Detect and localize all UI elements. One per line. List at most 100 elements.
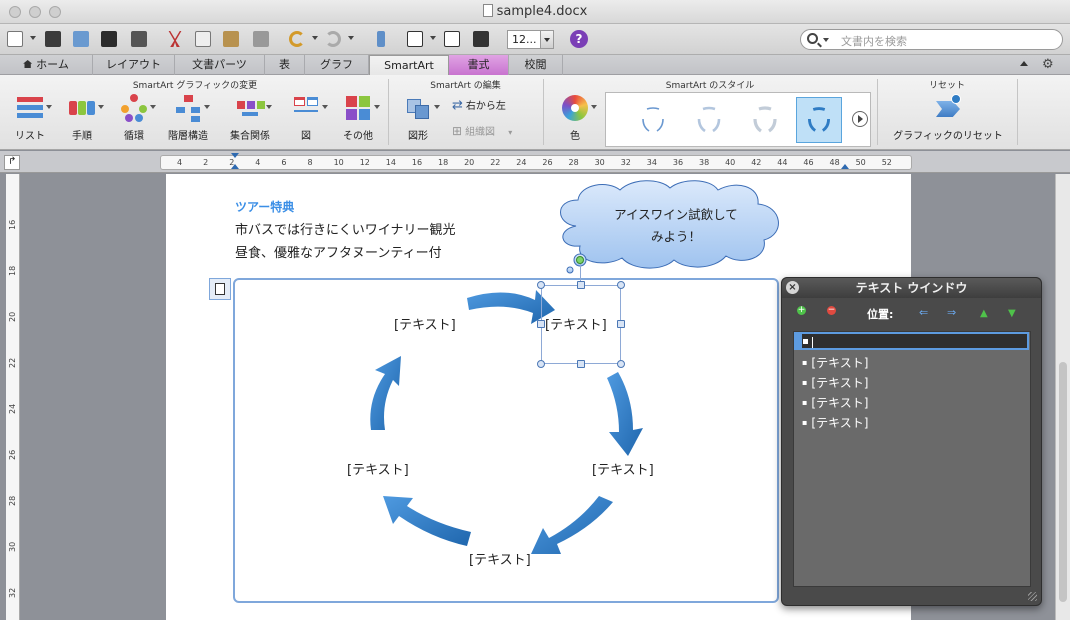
view-button[interactable] xyxy=(404,28,426,50)
format-painter-button[interactable] xyxy=(250,28,272,50)
vertical-ruler[interactable]: 16 18 20 22 24 26 28 30 32 xyxy=(6,174,20,620)
tab-selector[interactable]: ↱ xyxy=(4,155,20,170)
style-option-3[interactable] xyxy=(742,97,788,143)
vertical-ruler-tick-label: 28 xyxy=(8,495,17,506)
tab-format[interactable]: 書式 xyxy=(449,55,509,75)
add-bullet-button[interactable]: + xyxy=(797,306,817,320)
style-option-1[interactable] xyxy=(630,97,676,143)
layout-cycle-button[interactable]: 循環 xyxy=(112,93,156,142)
search-field[interactable]: 文書内を検索 xyxy=(800,29,1063,50)
collapse-ribbon-icon[interactable] xyxy=(1020,61,1028,66)
media-browser-button[interactable] xyxy=(470,28,492,50)
undo-dropdown-icon[interactable] xyxy=(312,36,318,40)
right-to-left-button[interactable]: ⇄ 右から左 xyxy=(452,97,506,113)
style-gallery-next-button[interactable] xyxy=(852,111,868,127)
smartart-node-label-left[interactable]: [テキスト] xyxy=(347,459,409,478)
save-icon xyxy=(101,31,117,47)
move-down-button[interactable]: ▼ xyxy=(1008,306,1028,320)
promote-button[interactable]: ⇐ xyxy=(919,306,939,320)
resize-handle[interactable] xyxy=(537,281,545,289)
tab-charts[interactable]: グラフ xyxy=(305,55,369,75)
resize-handle[interactable] xyxy=(537,360,545,368)
ruler-tick-label: 18 xyxy=(438,158,449,167)
search-icon xyxy=(807,33,818,44)
style-option-2[interactable] xyxy=(686,97,732,143)
demote-button[interactable]: ⇒ xyxy=(947,306,967,320)
reset-graphic-button[interactable]: グラフィックのリセット xyxy=(886,93,1010,142)
resize-handle[interactable] xyxy=(537,320,545,328)
sidebar-button[interactable] xyxy=(441,28,463,50)
right-indent-marker[interactable] xyxy=(841,164,849,169)
resize-handle[interactable] xyxy=(617,320,625,328)
color-button[interactable]: 色 xyxy=(553,93,597,142)
layout-other-button[interactable]: その他 xyxy=(336,93,380,142)
tab-smartart[interactable]: SmartArt xyxy=(369,55,449,75)
vertical-scrollbar[interactable] xyxy=(1055,174,1070,620)
new-dropdown-icon[interactable] xyxy=(30,36,36,40)
layout-hierarchy-button[interactable]: 階層構造 xyxy=(164,93,212,142)
break-icon xyxy=(377,31,385,47)
horizontal-ruler[interactable]: 4 2 2 4 6 8 10 12 14 16 18 20 22 24 26 28 30 32 34 36 38 40 42… xyxy=(160,153,912,170)
text-window-title: テキスト ウインドウ xyxy=(782,278,1041,298)
gallery-button[interactable] xyxy=(42,28,64,50)
undo-button[interactable] xyxy=(286,28,308,50)
resize-handle[interactable] xyxy=(577,281,585,289)
new-document-button[interactable] xyxy=(4,28,26,50)
active-bullet-edit[interactable] xyxy=(794,332,1029,350)
smartart-node-label-left-top[interactable]: [テキスト] xyxy=(394,314,456,333)
text-window-toolbar: + − 位置: ⇐ ⇒ ▲ ▼ xyxy=(782,300,1041,326)
tab-review[interactable]: 校閲 xyxy=(509,55,563,75)
ruler-tick-label: 48 xyxy=(829,158,840,167)
paste-button[interactable] xyxy=(220,28,242,50)
shape-button[interactable]: 図形 xyxy=(396,93,440,142)
layout-relationship-button[interactable]: 集合関係 xyxy=(222,93,278,142)
text-window-panel[interactable]: テキスト ウインドウ × + − 位置: ⇐ ⇒ ▲ ▼ [テキスト] [テキス… xyxy=(781,277,1042,606)
remove-bullet-button[interactable]: − xyxy=(827,306,847,320)
search-input[interactable]: 文書内を検索 xyxy=(841,33,907,49)
scrollbar-thumb[interactable] xyxy=(1059,362,1067,602)
text-window-item[interactable]: [テキスト] xyxy=(802,414,868,431)
ruler-tick-label: 40 xyxy=(725,158,736,167)
resize-handle[interactable] xyxy=(577,360,585,368)
tab-document-elements[interactable]: 文書パーツ xyxy=(175,55,265,75)
resize-grip[interactable] xyxy=(1028,592,1037,601)
open-button[interactable] xyxy=(70,28,92,50)
org-chart-button[interactable]: ⊞ 組織図 ▾ xyxy=(452,123,512,138)
move-up-button[interactable]: ▲ xyxy=(980,306,1000,320)
save-button[interactable] xyxy=(98,28,120,50)
resize-handle[interactable] xyxy=(617,360,625,368)
layout-list-button[interactable]: リスト xyxy=(8,93,52,142)
redo-dropdown-icon[interactable] xyxy=(348,36,354,40)
text-window-item[interactable]: [テキスト] xyxy=(802,394,868,411)
ruler-tick-label: 4 xyxy=(255,158,261,167)
text-pane-toggle-button[interactable] xyxy=(209,278,231,300)
text-window-item[interactable]: [テキスト] xyxy=(802,354,868,371)
smartart-node-label-bottom[interactable]: [テキスト] xyxy=(469,549,531,568)
smartart-node-label-right[interactable]: [テキスト] xyxy=(592,459,654,478)
layout-matrix-button[interactable]: 図 xyxy=(286,93,328,142)
rotate-handle[interactable] xyxy=(576,256,584,264)
matrix-layout-icon xyxy=(291,93,328,123)
resize-handle[interactable] xyxy=(617,281,625,289)
zoom-dropdown[interactable] xyxy=(540,30,554,49)
close-text-window-button[interactable]: × xyxy=(786,281,799,294)
insert-break-button[interactable] xyxy=(370,28,392,50)
layout-process-button[interactable]: 手順 xyxy=(60,93,104,142)
cycle-style-icon xyxy=(753,106,777,133)
redo-button[interactable] xyxy=(322,28,344,50)
gear-icon[interactable]: ⚙ xyxy=(1042,57,1054,72)
style-option-4-selected[interactable] xyxy=(796,97,842,143)
text-window-item[interactable]: [テキスト] xyxy=(802,374,868,391)
search-dropdown-icon[interactable] xyxy=(823,38,829,42)
vertical-ruler-tick-label: 16 xyxy=(8,219,17,230)
help-button[interactable]: ? xyxy=(570,30,588,48)
tab-table[interactable]: 表 xyxy=(265,55,305,75)
view-dropdown-icon[interactable] xyxy=(430,36,436,40)
tab-home[interactable]: ホーム xyxy=(0,55,93,75)
tab-layout[interactable]: レイアウト xyxy=(93,55,175,75)
undo-icon xyxy=(289,31,305,47)
copy-button[interactable] xyxy=(192,28,214,50)
print-button[interactable] xyxy=(128,28,150,50)
ruler-tick-label: 4 xyxy=(177,158,183,167)
cut-button[interactable] xyxy=(164,28,186,50)
